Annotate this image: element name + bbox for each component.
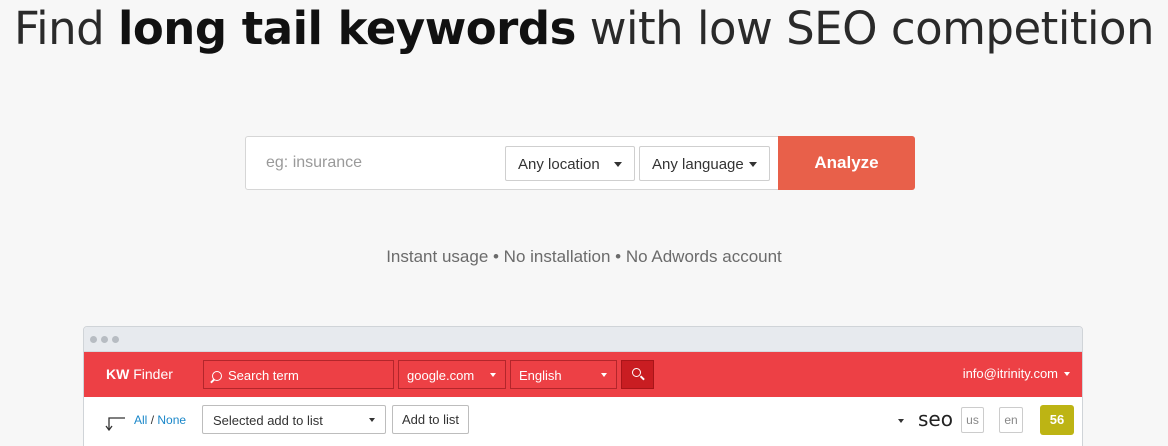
search-icon bbox=[632, 368, 641, 377]
language-value: Any language bbox=[652, 156, 744, 173]
select-none-link[interactable]: None bbox=[157, 413, 186, 427]
app-language-select[interactable]: English bbox=[510, 360, 617, 389]
chevron-down-icon bbox=[749, 162, 757, 167]
app-language-value: English bbox=[519, 368, 562, 383]
window-dot-icon bbox=[101, 336, 108, 343]
user-menu[interactable]: info@itrinity.com bbox=[963, 366, 1070, 381]
hero-headline: Find long tail keywords with low SEO com… bbox=[0, 2, 1168, 55]
logo-bold: KW bbox=[106, 366, 130, 382]
chevron-down-icon bbox=[1064, 372, 1070, 376]
app-navbar: KW Finder Search term google.com English… bbox=[84, 352, 1082, 397]
app-search-placeholder: Search term bbox=[228, 368, 299, 383]
select-arrow-icon bbox=[105, 417, 125, 431]
language-pill: en bbox=[999, 407, 1023, 433]
keyword-input[interactable] bbox=[254, 145, 504, 181]
app-search-button[interactable] bbox=[621, 360, 654, 389]
headline-prefix: Find bbox=[13, 2, 105, 55]
select-all-link[interactable]: All bbox=[134, 413, 147, 427]
add-to-list-select[interactable]: Selected add to list bbox=[202, 405, 386, 434]
engine-select[interactable]: google.com bbox=[398, 360, 506, 389]
results-toolbar: All / None Selected add to list Add to l… bbox=[84, 397, 1082, 446]
app-preview-window: KW Finder Search term google.com English… bbox=[83, 326, 1083, 446]
location-select[interactable]: Any location bbox=[505, 146, 635, 181]
add-to-list-select-value: Selected add to list bbox=[213, 413, 323, 428]
search-bar: Any location Any language Analyze bbox=[245, 136, 915, 190]
headline-bold: long tail keywords bbox=[117, 2, 576, 55]
headline-suffix: with low SEO competition bbox=[589, 2, 1155, 55]
chevron-down-icon bbox=[490, 373, 496, 377]
difficulty-score-badge: 56 bbox=[1040, 405, 1074, 435]
app-search-input[interactable]: Search term bbox=[203, 360, 394, 389]
chevron-down-icon bbox=[369, 418, 375, 422]
window-chrome bbox=[84, 327, 1082, 352]
chevron-down-icon bbox=[614, 162, 622, 167]
country-pill: us bbox=[961, 407, 984, 433]
tagline: Instant usage • No installation • No Adw… bbox=[386, 247, 782, 266]
chevron-down-icon[interactable] bbox=[898, 419, 904, 423]
add-to-list-button[interactable]: Add to list bbox=[392, 405, 469, 434]
window-dot-icon bbox=[112, 336, 119, 343]
logo-text: Finder bbox=[133, 366, 173, 382]
window-dot-icon bbox=[90, 336, 97, 343]
language-select[interactable]: Any language bbox=[639, 146, 770, 181]
analyze-button[interactable]: Analyze bbox=[778, 136, 915, 190]
engine-value: google.com bbox=[407, 368, 475, 383]
location-value: Any location bbox=[518, 156, 600, 173]
keyword-term: seo bbox=[918, 407, 953, 431]
select-separator: / bbox=[150, 413, 155, 427]
select-all-none: All / None bbox=[134, 413, 186, 427]
user-email: info@itrinity.com bbox=[962, 366, 1058, 381]
search-icon bbox=[212, 371, 222, 381]
app-logo[interactable]: KW Finder bbox=[106, 366, 173, 382]
chevron-down-icon bbox=[601, 373, 607, 377]
